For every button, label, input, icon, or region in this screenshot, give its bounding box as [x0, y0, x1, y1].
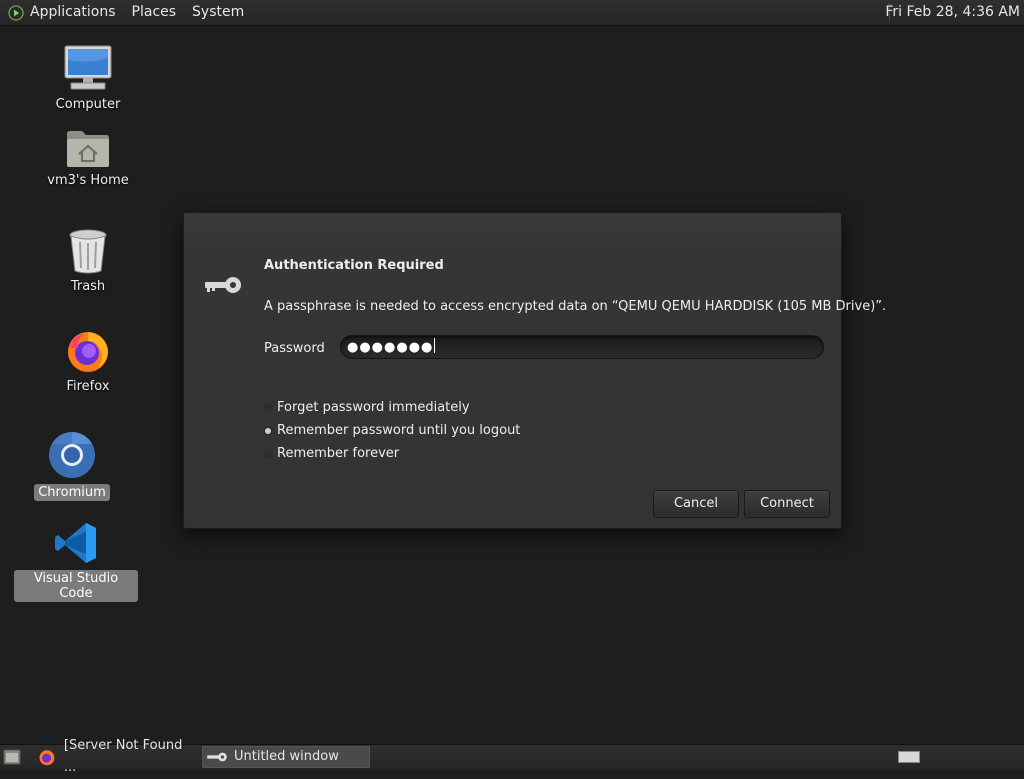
desktop-icon-label: Visual Studio Code — [14, 570, 138, 602]
cancel-button[interactable]: Cancel — [653, 490, 739, 518]
vscode-icon — [55, 523, 96, 563]
desktop-icon-label: Chromium — [34, 484, 110, 501]
show-desktop-icon[interactable] — [3, 749, 21, 765]
taskbar-item-label: [Server Not Found ... — [63, 738, 183, 775]
desktop-icon-label: Trash — [70, 279, 106, 294]
firefox-icon — [39, 750, 55, 766]
taskbar-item-label: Untitled window — [234, 749, 339, 764]
places-menu[interactable]: Places — [124, 0, 185, 25]
desktop-icon-label: vm3's Home — [47, 173, 129, 188]
option-remember-until-logout[interactable]: Remember password until you logout — [264, 423, 520, 438]
option-remember-forever[interactable]: Remember forever — [264, 446, 399, 461]
text-caret — [434, 338, 436, 353]
workspace-switcher-icon[interactable] — [898, 751, 920, 763]
desktop-icon-trash[interactable]: Trash — [44, 228, 132, 295]
key-icon — [205, 277, 241, 293]
computer-icon — [64, 45, 112, 90]
taskbar-item-untitled-window[interactable]: Untitled window — [202, 746, 370, 768]
desktop-icon-label: Firefox — [66, 379, 110, 394]
desktop-icon-computer[interactable]: Computer — [44, 44, 132, 113]
desktop-icon-vscode[interactable]: Visual Studio Code — [14, 520, 138, 602]
home-folder-icon — [67, 131, 109, 167]
password-value: ●●●●●●● — [347, 340, 434, 355]
option-forget-immediately[interactable]: Forget password immediately — [264, 400, 470, 415]
trash-icon — [69, 229, 107, 274]
system-menu[interactable]: System — [184, 0, 252, 25]
desktop-icon-label: Computer — [55, 97, 121, 112]
connect-button[interactable]: Connect — [744, 490, 830, 518]
desktop-icon-firefox[interactable]: Firefox — [44, 326, 132, 395]
password-field[interactable]: ●●●●●●● — [340, 335, 824, 359]
option-label: Forget password immediately — [277, 400, 470, 415]
option-label: Remember password until you logout — [277, 423, 521, 438]
option-label: Remember forever — [277, 446, 400, 461]
dialog-message: A passphrase is needed to access encrypt… — [264, 299, 887, 314]
applications-menu[interactable]: Applications — [28, 0, 124, 25]
desktop-icon-home[interactable]: vm3's Home — [39, 128, 137, 189]
radio-button-checked[interactable] — [264, 426, 272, 435]
taskbar-item-firefox[interactable]: [Server Not Found ... — [36, 738, 198, 775]
desktop-icon-chromium[interactable]: Chromium — [28, 430, 116, 501]
dialog-title: Authentication Required — [264, 258, 444, 273]
menu-logo-icon[interactable] — [8, 4, 24, 21]
firefox-icon — [68, 332, 108, 372]
bottom-panel: [Server Not Found ... Untitled window — [0, 738, 1024, 775]
chromium-icon — [49, 432, 95, 478]
top-panel: Applications Places System Fri Feb 28, 4… — [0, 0, 1024, 26]
password-label: Password — [264, 341, 325, 356]
clock[interactable]: Fri Feb 28, 4:36 AM — [885, 0, 1020, 25]
radio-button[interactable] — [264, 449, 272, 458]
authentication-dialog: Authentication Required A passphrase is … — [183, 212, 886, 529]
radio-button[interactable] — [264, 403, 272, 412]
key-icon — [207, 752, 227, 762]
